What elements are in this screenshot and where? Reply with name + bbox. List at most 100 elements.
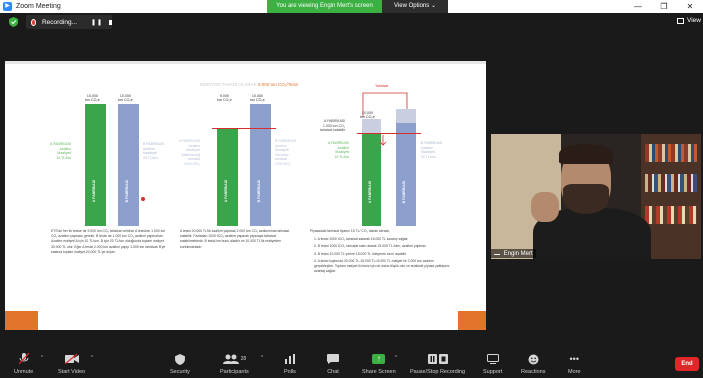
view-options-button[interactable]: View Options ⌄ <box>382 0 448 13</box>
share-screen-icon: ↑ <box>372 353 386 365</box>
chart3-a-side-label: A FABRİKASI 1.000 ton CO₂ tahsisat satab… <box>320 119 346 132</box>
share-screen-label: Share Screen <box>362 369 396 375</box>
recording-indicator: Recording... ❚❚ <box>26 15 112 29</box>
chart3-bar-b-purchased <box>396 109 416 123</box>
security-shield-icon <box>174 353 185 365</box>
start-video-button[interactable]: Start Video <box>58 353 85 375</box>
chart2-bar-a-name: A FABRİKASI <box>224 180 228 203</box>
video-person-hand <box>531 192 559 222</box>
share-screen-button[interactable]: ↑ Share Screen <box>362 353 396 375</box>
window-title: Zoom Meeting <box>16 3 61 10</box>
chart2-bar-b-value: 10.000 ton CO₂e <box>250 94 265 102</box>
chart3-bar-a-surplus <box>362 119 381 133</box>
chart3-bar-b-name: B FABRİKASI <box>402 181 406 204</box>
camera-off-icon <box>64 353 79 365</box>
chevron-up-icon: ^ <box>40 355 44 361</box>
zoom-logo-icon: ▶ <box>3 2 12 11</box>
slide-text-right-item: 4. A tesisi kaybında 20.000 TL-15.000 TL… <box>314 258 450 274</box>
slide-footer-right-block <box>458 311 486 330</box>
reactions-label: Reactions <box>521 369 546 375</box>
chart1-bar-b: B FABRİKASI <box>118 104 139 226</box>
chart2-bar-a-value: 9.000 ton CO₂e <box>217 94 232 102</box>
viewing-screen-banner: You are viewing Engin Mert's screen <box>267 0 382 13</box>
zoom-window: ▶ Zoom Meeting You are viewing Engin Mer… <box>0 0 703 378</box>
unmute-label: Unmute <box>14 369 34 375</box>
title-bar: ▶ Zoom Meeting You are viewing Engin Mer… <box>0 0 703 13</box>
chart3-a-side-label-2: A FABRİKASI Azaltım Maaliyeti 10 TL/ton <box>328 141 350 159</box>
chart1-bar-a-value: 10.000 ton CO₂e <box>85 94 100 102</box>
reactions-button[interactable]: Reactions <box>521 353 545 375</box>
participant-video-tile[interactable]: Engin Mert <box>491 134 701 259</box>
chart1-bar-b-name: B FABRİKASI <box>125 180 129 203</box>
start-video-label: Start Video <box>58 369 86 375</box>
slide-heading: EMISYON TAVANI OLARAK 9.000 ton CO₂/Tesi… <box>200 82 298 87</box>
video-person-beard <box>563 184 609 214</box>
chat-label: Chat <box>327 369 339 375</box>
chart1-a-side-label: A FABRİKASI Azaltım Maaliyeti 10 TL/ton <box>50 142 72 160</box>
video-books <box>645 174 697 192</box>
end-meeting-button[interactable]: End <box>675 357 699 371</box>
meeting-toolbar: Unmute ^ Start Video ^ Security 28 Parti… <box>0 350 703 378</box>
slide-heading-prefix: EMISYON TAVANI OLARAK <box>200 82 257 87</box>
chart2-a-side-label: A FABRİKASI Azaltım Maaliyeti Satabilece… <box>179 139 201 166</box>
more-dots-icon: ••• <box>569 354 579 364</box>
chart1-bar-b-value: 10.000 ton CO₂e <box>118 94 133 102</box>
slide-text-middle: A tesisi 20.000 TL'lik azaltım yaparak 2… <box>180 229 290 249</box>
unmute-button[interactable]: Unmute <box>14 353 33 375</box>
slide-top-strip <box>5 61 486 64</box>
chart3-b-side-label: B FABRİKASI Azaltım Maaliyeti 20 TL/ton <box>421 141 443 159</box>
chart2-bar-a: A FABRİKASI <box>217 128 238 226</box>
chart3-bar-b: B FABRİKASI <box>396 123 416 226</box>
shared-screen-slide: EMISYON TAVANI OLARAK 9.000 ton CO₂/Tesi… <box>5 61 486 330</box>
window-controls: — ❐ ✕ <box>625 0 703 13</box>
reactions-icon <box>528 353 539 365</box>
pause-stop-recording-button[interactable]: Pause/Stop Recording <box>410 353 465 375</box>
maximize-button[interactable]: ❐ <box>651 0 677 13</box>
slide-heading-value: 9.000 ton CO₂/Tesis <box>257 82 298 87</box>
view-button[interactable]: View <box>677 17 701 24</box>
chart3-down-arrow <box>379 135 387 146</box>
pause-recording-icon[interactable]: ❚❚ <box>91 19 103 26</box>
chart3-bar-a-name: A FABRİKASI <box>368 181 372 204</box>
chart1-bar-a: A FABRİKASI <box>85 104 106 226</box>
laser-pointer-dot <box>141 197 145 201</box>
close-button[interactable]: ✕ <box>677 0 703 13</box>
view-label: View <box>687 17 701 24</box>
video-person-hair <box>559 144 613 164</box>
more-label: More <box>568 369 581 375</box>
support-label: Support <box>483 369 503 375</box>
slide-text-right-item: 2. B tesisi 1000 tCO₂ tahsisat satın ala… <box>314 244 427 249</box>
stop-recording-icon[interactable] <box>109 19 112 25</box>
pause-stop-recording-label: Pause/Stop Recording <box>410 369 466 375</box>
minimize-button[interactable]: — <box>625 0 651 13</box>
chevron-up-icon: ^ <box>90 355 94 361</box>
chat-icon <box>327 353 339 365</box>
video-books <box>645 206 697 224</box>
chart2-b-side-label: B FABRİKASI Azaltım Maaliyeti Gereksiz t… <box>275 139 297 166</box>
gallery-view-icon <box>677 17 685 24</box>
chart1-bar-a-name: A FABRİKASI <box>92 180 96 203</box>
security-button[interactable]: Security <box>170 353 190 375</box>
chart1-b-side-label: B FABRİKASI Azaltım Maaliyeti 20 TL/ton <box>143 142 165 160</box>
shield-icon[interactable] <box>9 17 18 27</box>
video-books <box>645 144 697 162</box>
slide-text-right-item: 1. A tesisi 1000 tCO₂ tahsisat satarak 1… <box>314 237 409 242</box>
slide-text-left: ETS'de her iki tesise de 9.000 ton CO₂ t… <box>51 229 166 254</box>
polls-button[interactable]: Polls <box>284 353 296 375</box>
recording-label: Recording... <box>41 18 77 26</box>
more-button[interactable]: ••• More <box>568 353 581 375</box>
participant-name-tag: Engin Mert <box>491 249 536 258</box>
security-label: Security <box>170 369 190 375</box>
signal-strength-icon <box>494 250 500 255</box>
chart2-cap-line <box>212 128 276 129</box>
slide-text-right-title: Piyasadaki tahsisat fiyatını 15 TL/ CO₂ … <box>310 229 390 233</box>
microphone-muted-icon <box>18 353 29 365</box>
chat-button[interactable]: Chat <box>327 353 339 375</box>
participants-button[interactable]: 28 Participants <box>220 353 249 375</box>
chevron-up-icon: ^ <box>260 355 264 361</box>
pause-stop-icon <box>427 353 448 365</box>
support-button[interactable]: Support <box>483 353 502 375</box>
participants-icon: 28 <box>222 353 246 365</box>
polls-icon <box>284 353 295 365</box>
support-icon <box>486 353 499 365</box>
